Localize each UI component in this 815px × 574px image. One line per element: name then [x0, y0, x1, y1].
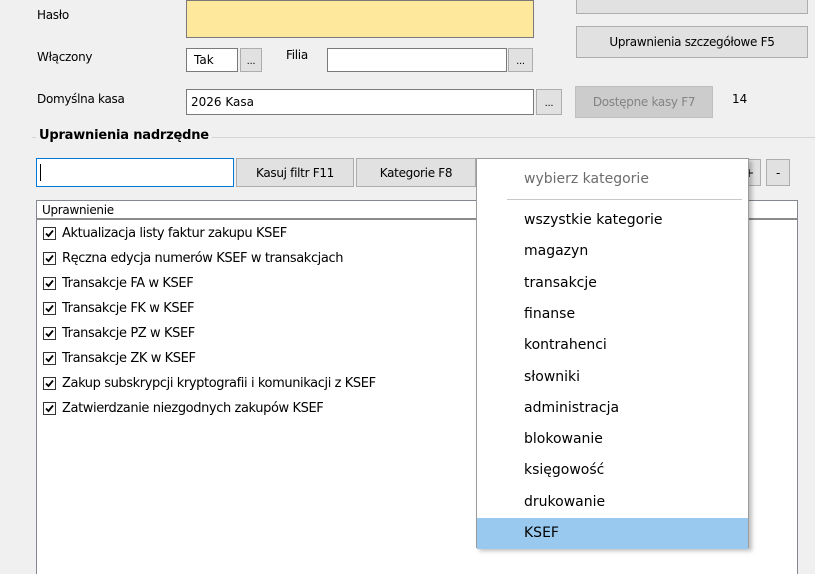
- checkbox[interactable]: [43, 301, 56, 315]
- dropdown-item[interactable]: KSEF: [477, 518, 748, 549]
- kasa-field[interactable]: 2026 Kasa: [186, 89, 534, 115]
- dropdown-separator: [507, 199, 742, 200]
- haslo-label: Hasło: [37, 8, 69, 22]
- row-label: Transakcje PZ w KSEF: [62, 325, 195, 341]
- checkmark-icon: [45, 304, 54, 312]
- dropdown-item[interactable]: blokowanie: [477, 424, 748, 455]
- group-title: Uprawnienia nadrzędne: [36, 128, 212, 143]
- filia-field[interactable]: [327, 48, 507, 72]
- checkbox[interactable]: [43, 276, 56, 290]
- row-label: Zakup subskrypcji kryptografii i komunik…: [62, 375, 376, 391]
- password-field[interactable]: [186, 0, 534, 38]
- checkmark-icon: [45, 279, 54, 287]
- checkmark-icon: [45, 254, 54, 262]
- dostepne-kasy-count: 14: [732, 92, 748, 106]
- wlaczony-field[interactable]: Tak: [186, 48, 238, 72]
- minus-button[interactable]: -: [766, 159, 790, 186]
- checkbox[interactable]: [43, 326, 56, 340]
- uprawnienia-szczegolowe-button[interactable]: Uprawnienia szczegółowe F5: [576, 26, 808, 58]
- category-dropdown[interactable]: wybierz kategorie wszystkie kategorie mag…: [476, 158, 749, 549]
- dropdown-item[interactable]: księgowość: [477, 455, 748, 486]
- dropdown-header: wybierz kategorie: [524, 171, 649, 187]
- table-row[interactable]: Transakcje FA w KSEF: [43, 272, 194, 294]
- kategorie-button[interactable]: Kategorie F8: [356, 158, 476, 187]
- dropdown-item[interactable]: drukowanie: [477, 487, 748, 518]
- checkbox[interactable]: [43, 251, 56, 265]
- checkmark-icon: [45, 404, 54, 412]
- dostepne-kasy-button[interactable]: Dostępne kasy F7: [575, 86, 713, 118]
- dropdown-item[interactable]: magazyn: [477, 236, 748, 267]
- checkbox[interactable]: [43, 401, 56, 415]
- wlaczony-browse-button[interactable]: ...: [240, 48, 262, 72]
- row-label: Transakcje FA w KSEF: [62, 275, 194, 291]
- checkbox[interactable]: [43, 376, 56, 390]
- filter-input[interactable]: [36, 158, 234, 187]
- table-row[interactable]: Transakcje PZ w KSEF: [43, 322, 195, 344]
- dropdown-item[interactable]: finanse: [477, 299, 748, 330]
- row-label: Ręczna edycja numerów KSEF w transakcjac…: [62, 250, 344, 266]
- dropdown-item[interactable]: administracja: [477, 393, 748, 424]
- checkbox[interactable]: [43, 351, 56, 365]
- wlaczony-label: Włączony: [37, 50, 93, 64]
- dropdown-item[interactable]: wszystkie kategorie: [477, 205, 748, 236]
- table-row[interactable]: Ręczna edycja numerów KSEF w transakcjac…: [43, 247, 343, 269]
- table-row[interactable]: Aktualizacja listy faktur zakupu KSEF: [43, 222, 287, 244]
- table-row[interactable]: Zatwierdzanie niezgodnych zakupów KSEF: [43, 397, 324, 419]
- top-right-button[interactable]: [576, 0, 808, 14]
- filia-browse-button[interactable]: ...: [508, 48, 533, 72]
- row-label: Transakcje ZK w KSEF: [62, 350, 196, 366]
- domyslna-kasa-label: Domyślna kasa: [37, 92, 125, 106]
- dropdown-item[interactable]: słowniki: [477, 362, 748, 393]
- checkbox[interactable]: [43, 226, 56, 240]
- table-row[interactable]: Zakup subskrypcji kryptografii i komunik…: [43, 372, 376, 394]
- row-label: Zatwierdzanie niezgodnych zakupów KSEF: [62, 400, 324, 416]
- row-label: Aktualizacja listy faktur zakupu KSEF: [62, 225, 287, 241]
- row-label: Transakcje FK w KSEF: [62, 300, 195, 316]
- table-row[interactable]: Transakcje ZK w KSEF: [43, 347, 196, 369]
- kasuj-filtr-button[interactable]: Kasuj filtr F11: [236, 158, 354, 187]
- dropdown-item[interactable]: transakcje: [477, 268, 748, 299]
- checkmark-icon: [45, 354, 54, 362]
- table-row[interactable]: Transakcje FK w KSEF: [43, 297, 195, 319]
- dropdown-item[interactable]: kontrahenci: [477, 330, 748, 361]
- checkmark-icon: [45, 379, 54, 387]
- checkmark-icon: [45, 229, 54, 237]
- checkmark-icon: [45, 329, 54, 337]
- kasa-browse-button[interactable]: ...: [536, 89, 562, 115]
- text-caret: [40, 164, 41, 181]
- filia-label: Filia: [286, 48, 308, 62]
